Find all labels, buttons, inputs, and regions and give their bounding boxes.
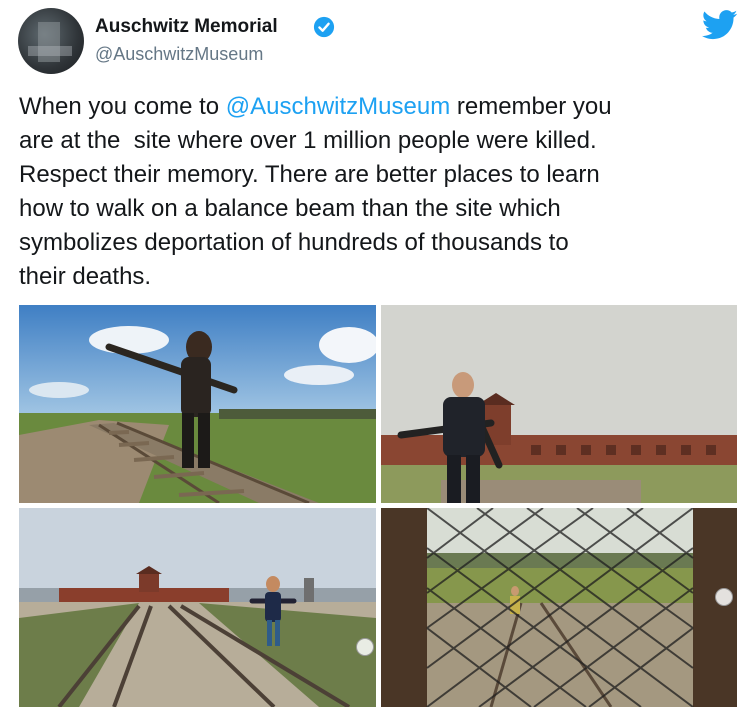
tweet-text-after: remember you are at the site where over …: [19, 93, 612, 290]
twitter-bird-icon[interactable]: [702, 10, 738, 40]
photo-woman-rails-gatehouse-distance[interactable]: [19, 508, 376, 707]
photo-fence-view-rails[interactable]: [381, 508, 737, 707]
gallery-next-icon[interactable]: [356, 638, 374, 656]
verified-badge-icon: [313, 16, 335, 38]
tweet-text: When you come to @AuschwitzMuseum rememb…: [19, 90, 735, 294]
photo-woman-balancing-on-rails[interactable]: [19, 305, 376, 503]
photo-grid: [19, 305, 737, 707]
display-name[interactable]: Auschwitz Memorial: [95, 16, 278, 38]
user-handle[interactable]: @AuschwitzMuseum: [95, 44, 263, 65]
photo-man-on-rails-gatehouse[interactable]: [381, 305, 737, 503]
mention-link[interactable]: @AuschwitzMuseum: [226, 93, 450, 120]
avatar[interactable]: [18, 8, 84, 74]
gallery-next-icon[interactable]: [715, 588, 733, 606]
tweet-text-before: When you come to: [19, 93, 226, 120]
